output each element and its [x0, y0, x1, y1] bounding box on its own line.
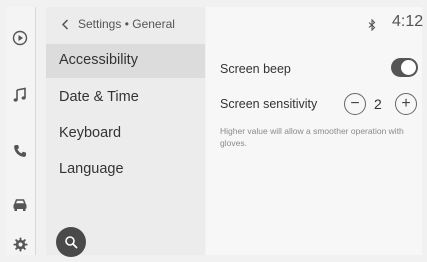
- breadcrumb: Settings • General: [78, 17, 175, 31]
- music-note-icon[interactable]: [5, 80, 35, 110]
- sensitivity-value: 2: [374, 96, 382, 112]
- gear-icon[interactable]: [5, 229, 35, 259]
- settings-item-date-time[interactable]: Date & Time: [46, 81, 205, 115]
- search-icon: [65, 236, 78, 249]
- settings-item-label: Date & Time: [59, 89, 139, 105]
- screen-beep-label: Screen beep: [220, 62, 291, 76]
- phone-icon[interactable]: [5, 136, 35, 166]
- settings-item-keyboard[interactable]: Keyboard: [46, 117, 205, 151]
- screen-beep-toggle[interactable]: [391, 58, 418, 77]
- car-icon[interactable]: [5, 190, 35, 220]
- back-chevron-icon[interactable]: [58, 15, 72, 33]
- settings-item-language[interactable]: Language: [46, 153, 205, 187]
- app-rail: [5, 7, 36, 255]
- settings-item-accessibility[interactable]: Accessibility: [46, 44, 205, 78]
- toggle-knob: [401, 60, 416, 75]
- sensitivity-hint-text: Higher value will allow a smoother opera…: [220, 126, 404, 148]
- settings-item-label: Keyboard: [59, 125, 122, 141]
- sensitivity-increase-button[interactable]: +: [395, 93, 417, 115]
- screen-sensitivity-label: Screen sensitivity: [220, 97, 318, 111]
- settings-item-label: Language: [59, 161, 124, 177]
- status-clock: 4:12: [392, 13, 424, 30]
- media-play-icon[interactable]: [5, 23, 35, 53]
- bluetooth-icon: [368, 18, 376, 36]
- settings-item-label: Accessibility: [59, 52, 138, 68]
- sensitivity-decrease-button[interactable]: −: [344, 93, 366, 115]
- search-button[interactable]: [56, 227, 86, 257]
